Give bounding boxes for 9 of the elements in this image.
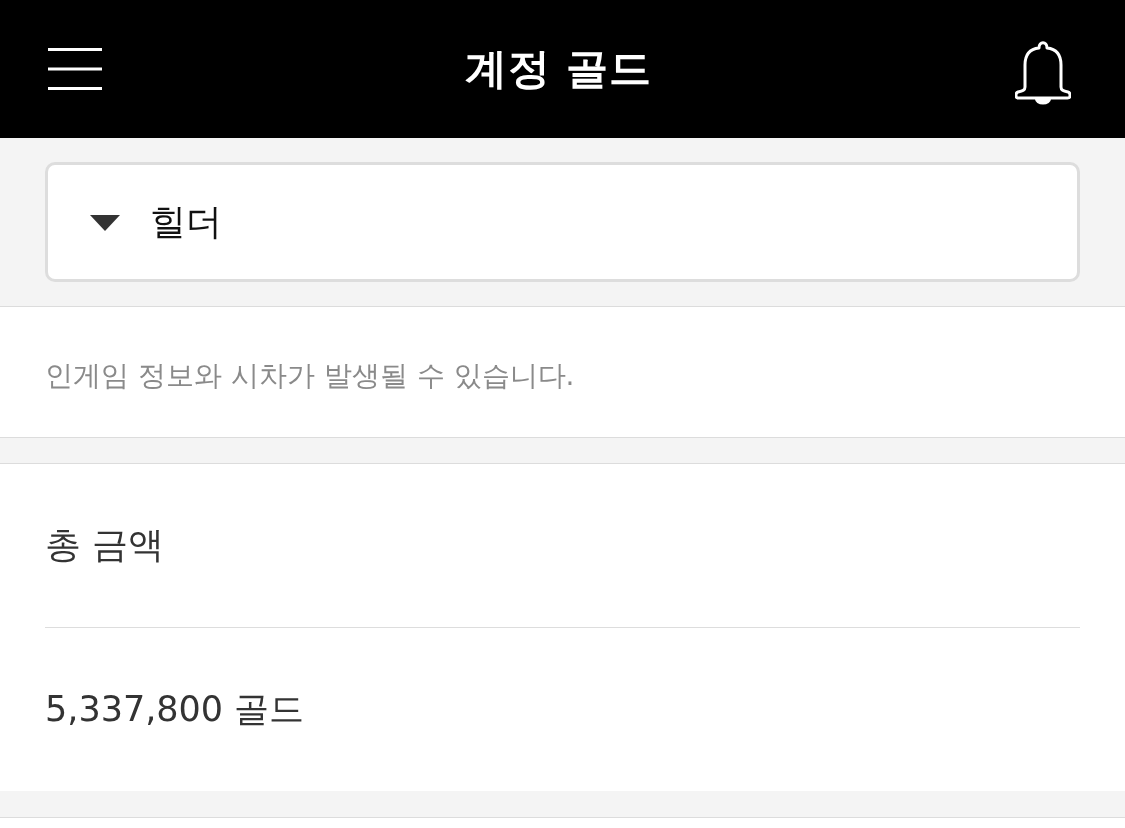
page-title: 계정 골드 bbox=[464, 43, 653, 95]
server-dropdown[interactable]: 힐더 bbox=[45, 162, 1080, 282]
menu-button[interactable] bbox=[48, 48, 102, 90]
bell-icon bbox=[1015, 39, 1071, 105]
total-label: 총 금액 bbox=[45, 523, 165, 567]
notice-text: 인게임 정보와 시차가 발생될 수 있습니다. bbox=[45, 358, 575, 394]
menu-icon bbox=[48, 48, 102, 90]
caret-icon bbox=[90, 215, 120, 231]
total-amount: 5,337,800 골드 bbox=[45, 688, 305, 731]
